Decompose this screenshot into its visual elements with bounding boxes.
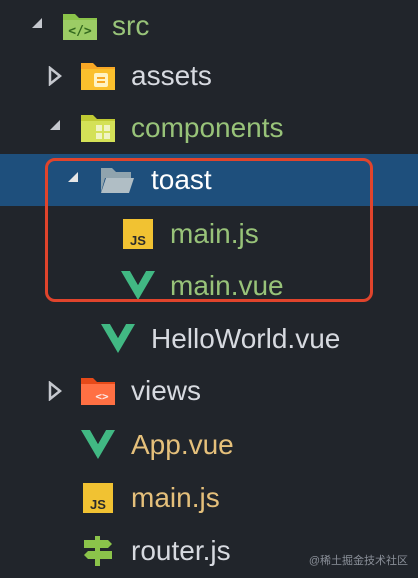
tree-item-label: HelloWorld.vue [151, 323, 341, 354]
tree-item-app-vue[interactable]: App.vue [0, 419, 418, 471]
js-file-icon: JS [80, 481, 116, 515]
tree-item-src[interactable]: </> src [0, 0, 418, 52]
folder-views-icon: <> [80, 374, 116, 408]
tree-item-components[interactable]: components [0, 102, 418, 154]
tree-item-views[interactable]: <> views [0, 365, 418, 417]
tree-item-label: main.js [131, 482, 220, 513]
tree-item-assets[interactable]: assets [0, 50, 418, 102]
tree-item-label: assets [131, 60, 212, 91]
svg-text:JS: JS [90, 497, 106, 512]
tree-item-label: components [131, 112, 284, 143]
tree-item-helloworld-vue[interactable]: HelloWorld.vue [0, 313, 418, 365]
tree-item-label: src [112, 10, 150, 41]
tree-item-router-js[interactable]: router.js [0, 525, 418, 577]
svg-text:<>: <> [95, 390, 109, 403]
chevron-down-icon[interactable] [48, 102, 68, 154]
tree-item-label: views [131, 375, 202, 406]
svg-text:</>: </> [68, 24, 92, 39]
highlight-box [45, 158, 373, 302]
vue-file-icon [100, 322, 136, 356]
folder-components-icon [80, 111, 116, 145]
tree-item-label: router.js [131, 535, 231, 566]
watermark: @稀土掘金技术社区 [308, 555, 408, 567]
vue-file-icon [80, 428, 116, 462]
tree-item-label: App.vue [131, 429, 234, 460]
folder-assets-icon [80, 59, 116, 93]
chevron-down-icon[interactable] [30, 0, 50, 52]
chevron-right-icon[interactable] [48, 365, 68, 417]
tree-item-main-js[interactable]: JS main.js [0, 472, 418, 524]
chevron-right-icon[interactable] [48, 50, 68, 102]
router-icon [80, 534, 116, 568]
folder-src-icon: </> [62, 9, 98, 43]
